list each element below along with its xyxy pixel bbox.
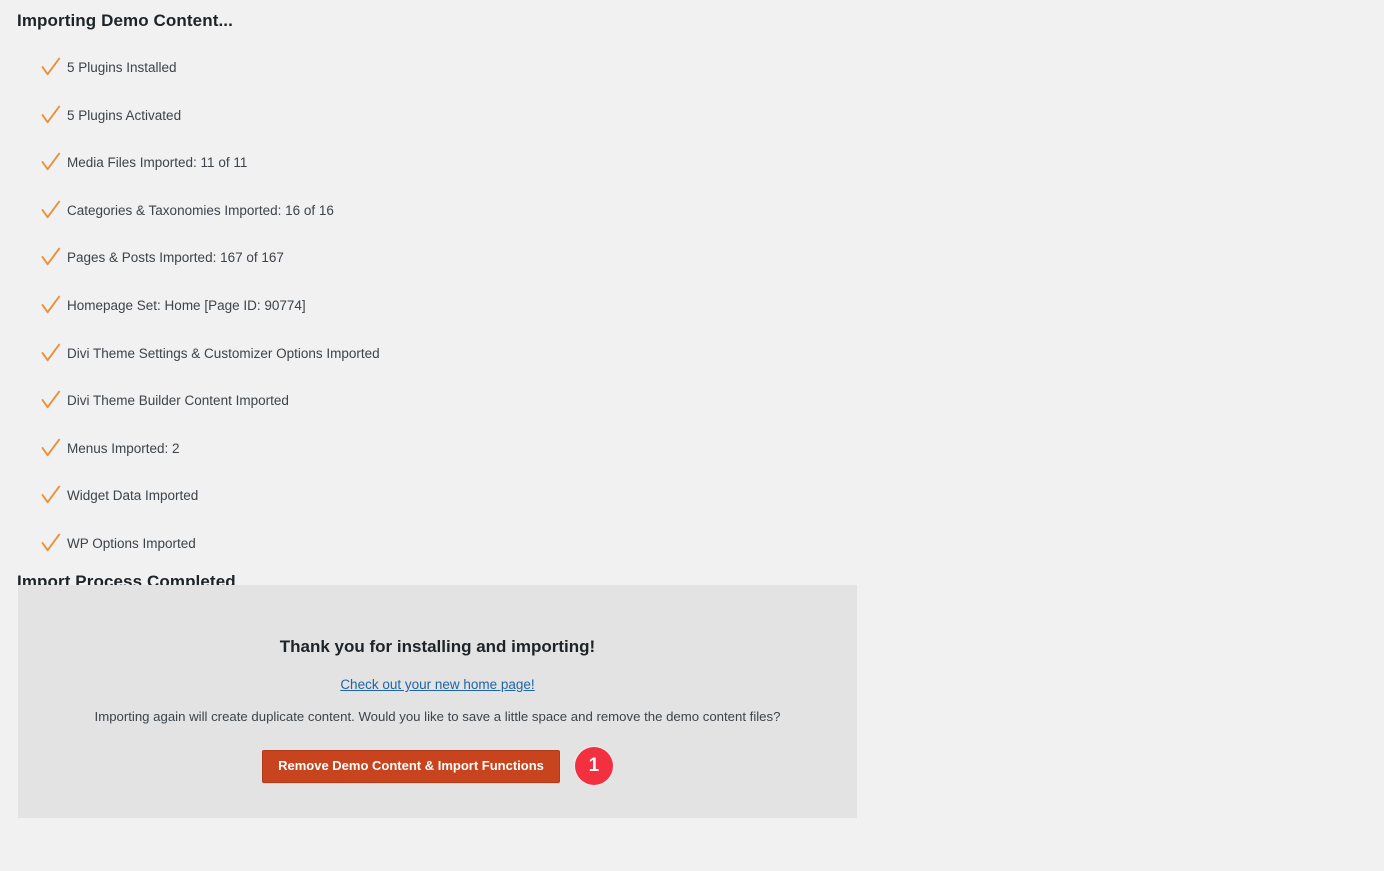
check-icon: [40, 342, 62, 364]
list-item-label: Homepage Set: Home [Page ID: 90774]: [67, 297, 306, 313]
step-badge: 1: [574, 747, 613, 785]
home-page-link[interactable]: Check out your new home page!: [340, 677, 534, 692]
import-progress-page: Importing Demo Content... 5 Plugins Inst…: [0, 0, 1384, 871]
list-item: Divi Theme Settings & Customizer Options…: [0, 342, 900, 390]
list-item: Menus Imported: 2: [0, 437, 900, 485]
remove-demo-content-button[interactable]: Remove Demo Content & Import Functions: [262, 749, 560, 783]
list-item: Homepage Set: Home [Page ID: 90774]: [0, 294, 900, 342]
list-item-label: Menus Imported: 2: [67, 440, 180, 456]
list-item: Widget Data Imported: [0, 484, 900, 532]
list-item: 5 Plugins Activated: [0, 104, 900, 152]
list-item: Categories & Taxonomies Imported: 16 of …: [0, 199, 900, 247]
completion-panel: Thank you for installing and importing! …: [18, 585, 857, 818]
check-icon: [40, 294, 62, 316]
panel-description: Importing again will create duplicate co…: [94, 709, 781, 724]
check-icon: [40, 104, 62, 126]
page-title-importing: Importing Demo Content...: [17, 11, 233, 30]
panel-action-row: Remove Demo Content & Import Functions 1: [18, 747, 857, 785]
check-icon: [40, 56, 62, 78]
check-icon: [40, 389, 62, 411]
list-item-label: Divi Theme Builder Content Imported: [67, 393, 289, 409]
check-icon: [40, 199, 62, 221]
list-item: Pages & Posts Imported: 167 of 167: [0, 246, 900, 294]
list-item-label: Categories & Taxonomies Imported: 16 of …: [67, 202, 334, 218]
list-item-label: Divi Theme Settings & Customizer Options…: [67, 345, 380, 361]
list-item-label: Widget Data Imported: [67, 488, 199, 504]
check-icon: [40, 484, 62, 506]
check-icon: [40, 246, 62, 268]
list-item-label: WP Options Imported: [67, 535, 196, 551]
list-item-label: 5 Plugins Installed: [67, 60, 177, 75]
check-icon: [40, 151, 62, 173]
list-item-label: Media Files Imported: 11 of 11: [67, 155, 248, 171]
check-icon: [40, 437, 62, 459]
list-item: Media Files Imported: 11 of 11: [0, 151, 900, 199]
list-item-label: 5 Plugins Activated: [67, 107, 182, 123]
check-icon: [40, 532, 62, 554]
panel-link-row: Check out your new home page!: [18, 676, 857, 694]
list-item: 5 Plugins Installed: [0, 56, 900, 104]
panel-title: Thank you for installing and importing!: [279, 637, 596, 656]
list-item: Divi Theme Builder Content Imported: [0, 389, 900, 437]
list-item-label: Pages & Posts Imported: 167 of 167: [67, 250, 284, 266]
import-progress-list: 5 Plugins Installed 5 Plugins Activated …: [0, 56, 900, 580]
